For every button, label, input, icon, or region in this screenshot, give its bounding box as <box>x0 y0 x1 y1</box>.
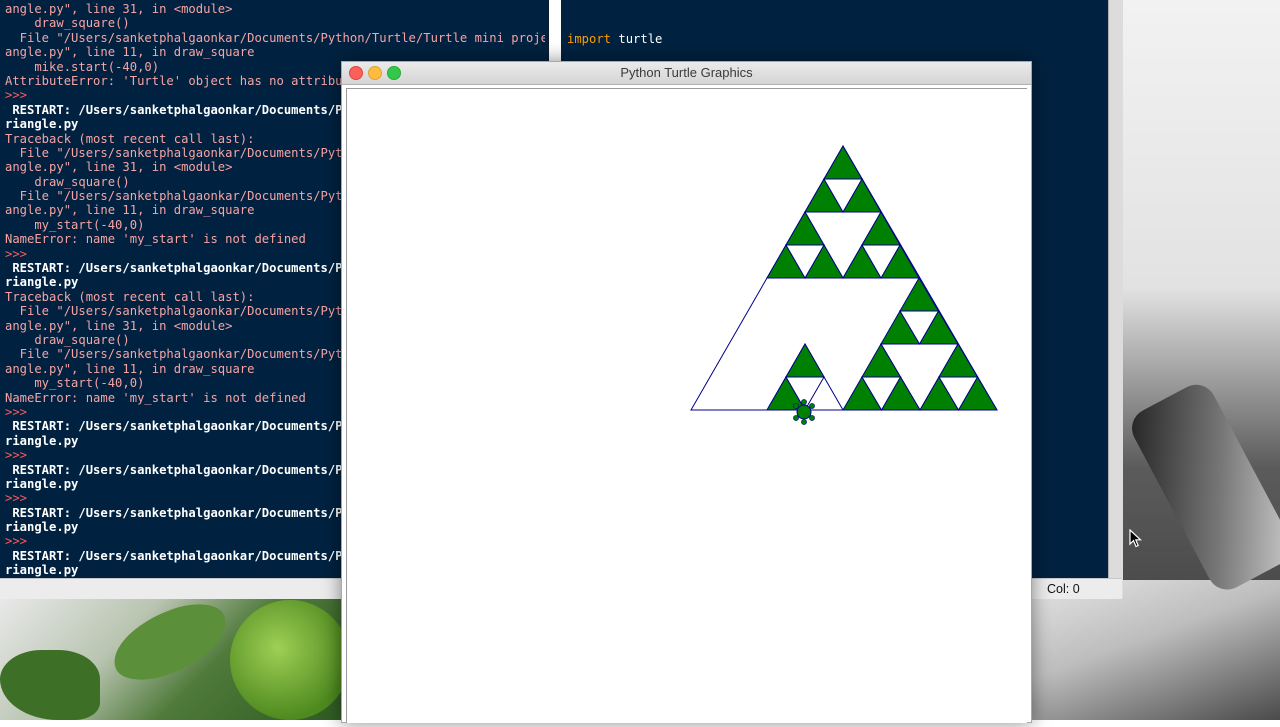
window-title: Python Turtle Graphics <box>620 65 753 80</box>
turtle-drawing <box>690 144 998 425</box>
shell-line: File "/Users/sanketphalgaonkar/Documents… <box>5 30 545 45</box>
shell-line: draw_square() <box>5 16 130 31</box>
turtle-canvas[interactable] <box>346 88 1027 723</box>
top-sierpinski <box>823 144 863 180</box>
turtle-graphics-window[interactable]: Python Turtle Graphics <box>341 61 1032 723</box>
module-name: turtle <box>611 31 663 46</box>
shell-line: angle.py", line 11, in draw_square <box>5 45 255 60</box>
window-titlebar[interactable]: Python Turtle Graphics <box>342 62 1031 85</box>
column-indicator: Col: 0 <box>1047 582 1080 596</box>
turtle-icon <box>793 399 815 425</box>
keyword-import: import <box>567 31 612 46</box>
shell-line: angle.py", line 31, in <module> <box>5 2 233 16</box>
code-line-1: import turtle <box>567 32 699 46</box>
editor-scrollbar[interactable] <box>1108 0 1123 598</box>
mouse-pointer-icon <box>1129 529 1143 548</box>
editor-status-bar: Col: 0 <box>1030 578 1122 599</box>
